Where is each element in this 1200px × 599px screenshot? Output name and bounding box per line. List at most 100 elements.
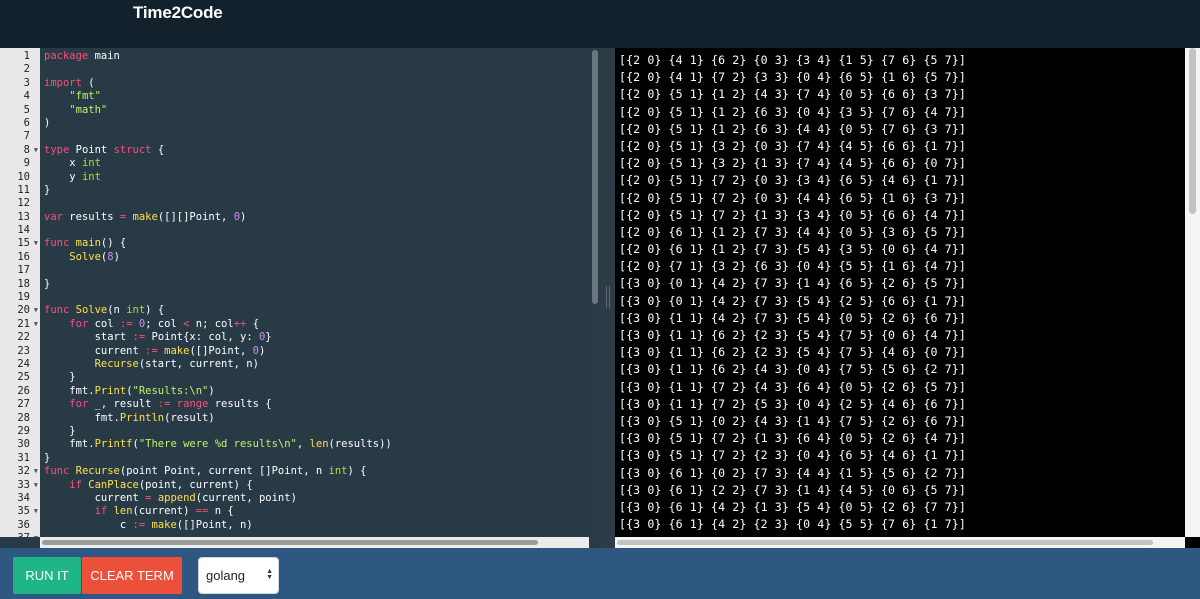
- language-select-value: golang: [206, 568, 246, 583]
- code-token: ([][]Point,: [157, 210, 234, 223]
- terminal-horizontal-scrollbar[interactable]: [615, 537, 1185, 548]
- code-token: results {: [208, 398, 272, 411]
- code-line[interactable]: current = append(current, point): [44, 492, 585, 505]
- run-button[interactable]: RUN IT: [13, 557, 81, 594]
- code-line[interactable]: import (: [44, 77, 585, 90]
- line-number: 11: [17, 183, 30, 196]
- fold-arrow-icon[interactable]: ▼: [34, 532, 38, 537]
- editor-vertical-scrollbar[interactable]: [589, 48, 601, 537]
- code-line[interactable]: current := make([]Point, 0): [44, 345, 585, 358]
- code-line[interactable]: ): [44, 117, 585, 130]
- code-token: ++: [233, 317, 247, 330]
- code-line[interactable]: y int: [44, 171, 585, 184]
- terminal-line: [{3 0} {0 1} {4 2} {7 3} {5 4} {2 5} {6 …: [619, 293, 966, 308]
- code-line[interactable]: fmt.Println(result): [44, 412, 585, 425]
- line-number: 32 ▼: [17, 465, 38, 478]
- clear-terminal-button[interactable]: CLEAR TERM: [82, 557, 182, 594]
- code-editor[interactable]: 1 2 3 4 5 6 7 8 ▼ 9 10 11 12 13 14 15 ▼ 16 17 18 19 20 ▼ 21 ▼ 22 2…: [0, 48, 601, 548]
- code-line[interactable]: }: [44, 425, 585, 438]
- code-token: }: [44, 451, 51, 464]
- fold-arrow-icon[interactable]: ▼: [34, 144, 38, 157]
- line-number: 25: [17, 371, 30, 384]
- code-line[interactable]: start := Point{x: col, y: 0}: [44, 331, 585, 344]
- code-token: ): [113, 250, 120, 263]
- code-line[interactable]: if CanPlace(point, current) {: [44, 479, 585, 492]
- code-line[interactable]: }: [44, 184, 585, 197]
- code-line[interactable]: [44, 224, 585, 237]
- code-line[interactable]: var results = make([][]Point, 0): [44, 211, 585, 224]
- code-line[interactable]: func main() {: [44, 237, 585, 250]
- fold-arrow-icon[interactable]: ▼: [34, 237, 38, 250]
- code-line[interactable]: fmt.Printf("There were %d results\n", le…: [44, 438, 585, 451]
- fold-arrow-icon[interactable]: ▼: [34, 479, 38, 492]
- terminal-horizontal-scroll-thumb[interactable]: [617, 540, 1153, 545]
- code-line[interactable]: [44, 291, 585, 304]
- code-line[interactable]: [44, 264, 585, 277]
- line-number: 29: [17, 424, 30, 437]
- code-line[interactable]: for col := 0; col < n; col++ {: [44, 318, 585, 331]
- terminal-line: [{2 0} {6 1} {1 2} {7 3} {4 4} {0 5} {3 …: [619, 224, 966, 239]
- brand-logo-text[interactable]: Time2Code: [133, 3, 223, 23]
- pane-splitter[interactable]: [601, 48, 615, 548]
- fold-arrow-icon[interactable]: ▼: [34, 318, 38, 331]
- terminal-line: [{2 0} {5 1} {3 2} {0 3} {7 4} {4 5} {6 …: [619, 138, 966, 153]
- terminal-vertical-scroll-thumb[interactable]: [1189, 48, 1196, 214]
- language-select[interactable]: golang ▲ ▼: [198, 557, 279, 594]
- code-line[interactable]: Solve(8): [44, 251, 585, 264]
- code-line[interactable]: c := make([]Point, n): [44, 519, 585, 532]
- terminal-line: [{2 0} {5 1} {1 2} {6 3} {0 4} {3 5} {7 …: [619, 104, 966, 119]
- code-token: Printf: [94, 438, 133, 451]
- code-token: () {: [100, 237, 127, 250]
- terminal-line: [{3 0} {1 1} {6 2} {2 3} {5 4} {7 5} {0 …: [619, 328, 966, 342]
- editor-vertical-scroll-thumb[interactable]: [592, 50, 598, 304]
- code-token: for: [69, 398, 89, 411]
- code-line[interactable]: for _, result := range results {: [44, 398, 585, 411]
- app-header: Time2Code: [0, 0, 1200, 48]
- line-number: 26: [17, 384, 30, 397]
- code-token: int: [81, 170, 101, 183]
- line-number: 19: [17, 291, 30, 304]
- code-line[interactable]: }: [44, 452, 585, 465]
- code-token: n; col: [189, 317, 234, 330]
- code-lines[interactable]: package main import ( "fmt" "math") type P…: [44, 50, 585, 545]
- code-token: Point{x: col, y:: [145, 331, 259, 344]
- code-line[interactable]: "fmt": [44, 90, 585, 103]
- terminal-vertical-scrollbar[interactable]: [1185, 48, 1200, 537]
- line-number: 9: [23, 157, 30, 170]
- code-line[interactable]: func Solve(n int) {: [44, 304, 585, 317]
- code-token: len: [113, 505, 133, 518]
- line-number: 6: [23, 116, 30, 129]
- code-token: if: [94, 505, 108, 518]
- line-number: 17: [17, 264, 30, 277]
- code-line[interactable]: if len(current) == n {: [44, 505, 585, 518]
- code-line[interactable]: }: [44, 371, 585, 384]
- code-line[interactable]: [44, 197, 585, 210]
- terminal-line: [{3 0} {5 1} {7 2} {2 3} {0 4} {6 5} {4 …: [619, 448, 966, 463]
- code-token: }: [265, 331, 272, 344]
- code-token: "Results:\n": [132, 384, 209, 397]
- line-number: 5: [23, 103, 30, 116]
- code-line[interactable]: fmt.Print("Results:\n"): [44, 385, 585, 398]
- code-line[interactable]: [44, 130, 585, 143]
- fold-arrow-icon[interactable]: ▼: [34, 505, 38, 518]
- code-line[interactable]: type Point struct {: [44, 144, 585, 157]
- code-line[interactable]: x int: [44, 157, 585, 170]
- terminal-line: [{3 0} {1 1} {4 2} {7 3} {5 4} {0 5} {2 …: [619, 310, 966, 325]
- splitter-grip-icon[interactable]: [606, 286, 610, 308]
- fold-arrow-icon[interactable]: ▼: [34, 304, 38, 317]
- code-line[interactable]: package main: [44, 50, 585, 63]
- code-token: (: [81, 76, 95, 89]
- code-line[interactable]: "math": [44, 104, 585, 117]
- code-line[interactable]: func Recurse(point Point, current []Poin…: [44, 465, 585, 478]
- code-line[interactable]: [44, 63, 585, 76]
- code-line[interactable]: Recurse(start, current, n): [44, 358, 585, 371]
- line-number: 2: [23, 63, 30, 76]
- line-number: 15 ▼: [17, 237, 38, 250]
- editor-horizontal-scrollbar[interactable]: [40, 537, 589, 548]
- editor-horizontal-scroll-thumb[interactable]: [42, 540, 538, 545]
- terminal-line: [{2 0} {5 1} {7 2} {1 3} {3 4} {0 5} {6 …: [619, 207, 966, 222]
- fold-arrow-icon[interactable]: ▼: [34, 465, 38, 478]
- terminal-output[interactable]: [{2 0} {4 1} {6 2} {0 3} {3 4} {1 5} {7 …: [615, 48, 1200, 548]
- code-line[interactable]: }: [44, 278, 585, 291]
- line-number: 36: [17, 518, 30, 531]
